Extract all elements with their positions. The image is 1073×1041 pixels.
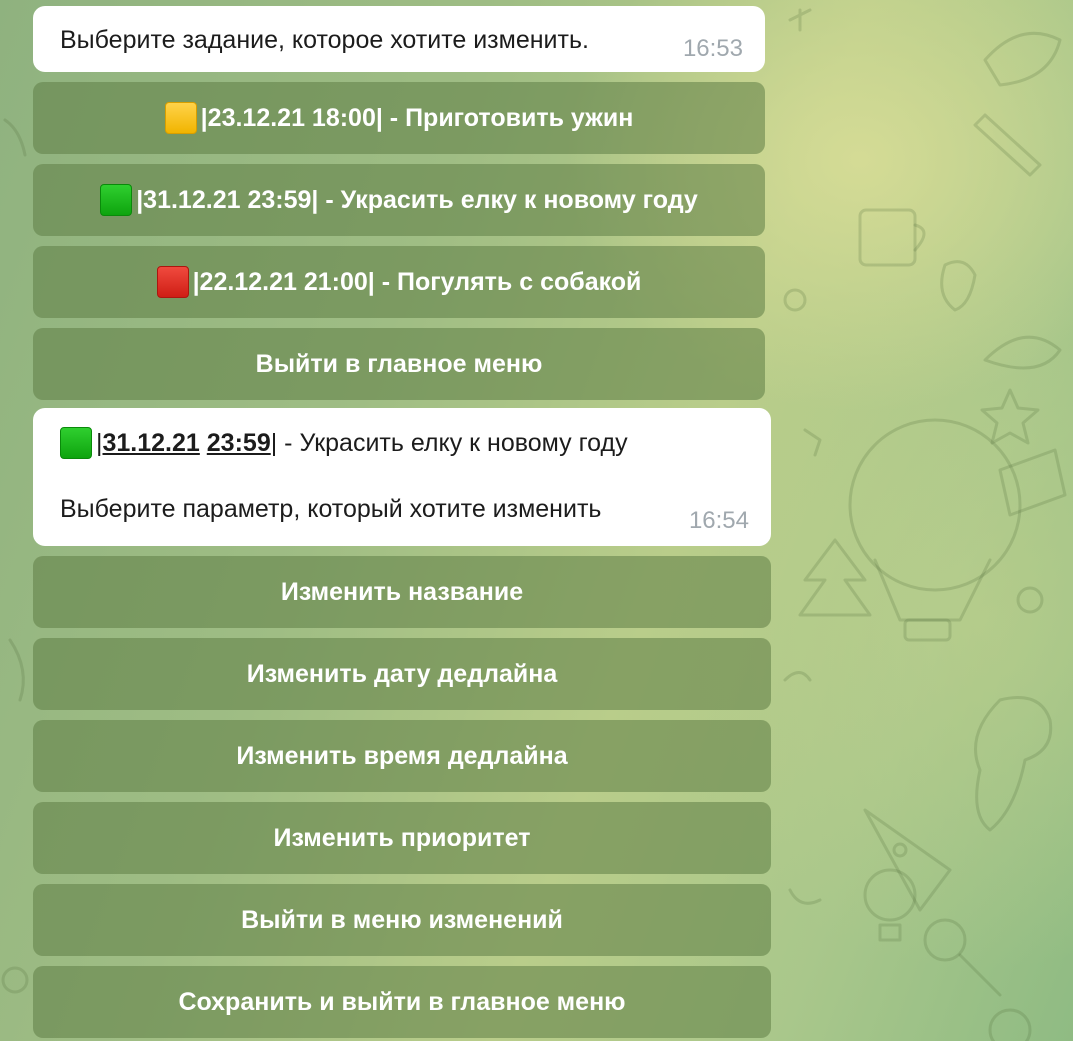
task-button-decorate-tree[interactable]: |31.12.21 23:59| - Украсить елку к новом… bbox=[33, 164, 765, 236]
button-label: Изменить приоритет bbox=[273, 823, 531, 852]
task-button-walk-dog[interactable]: |22.12.21 21:00| - Погулять с собакой bbox=[33, 246, 765, 318]
task-suffix: | - Украсить елку к новому году bbox=[270, 429, 628, 457]
task-button-cook-dinner[interactable]: |23.12.21 18:00| - Приготовить ужин bbox=[33, 82, 765, 154]
chat-history: Выберите задание, которое хотите изменит… bbox=[33, 6, 773, 1038]
button-label: Изменить название bbox=[280, 577, 524, 606]
green-square-icon bbox=[100, 184, 133, 216]
exit-edit-menu-button[interactable]: Выйти в меню изменений bbox=[33, 884, 771, 956]
main-menu-button[interactable]: Выйти в главное меню bbox=[33, 328, 765, 400]
message-bubble: | 31.12.21 23:59 | - Украсить елку к нов… bbox=[33, 408, 771, 546]
task-time-link[interactable]: 23:59 bbox=[207, 428, 271, 458]
save-and-exit-button[interactable]: Сохранить и выйти в главное меню bbox=[33, 966, 771, 1038]
button-label: Сохранить и выйти в главное меню bbox=[178, 987, 626, 1016]
button-label: Выйти в меню изменений bbox=[241, 905, 563, 934]
edit-deadline-time-button[interactable]: Изменить время дедлайна bbox=[33, 720, 771, 792]
button-label: Изменить время дедлайна bbox=[236, 741, 568, 770]
button-label: |22.12.21 21:00| - Погулять с собакой bbox=[192, 267, 642, 296]
button-label: |23.12.21 18:00| - Приготовить ужин bbox=[200, 103, 634, 132]
yellow-square-icon bbox=[164, 102, 197, 134]
edit-priority-button[interactable]: Изменить приоритет bbox=[33, 802, 771, 874]
message-bubble: Выберите задание, которое хотите изменит… bbox=[33, 6, 765, 72]
button-label: Изменить дату дедлайна bbox=[246, 659, 558, 688]
task-summary: | 31.12.21 23:59 | - Украсить елку к нов… bbox=[60, 424, 771, 462]
edit-name-button[interactable]: Изменить название bbox=[33, 556, 771, 628]
red-square-icon bbox=[156, 266, 189, 298]
task-date-link[interactable]: 31.12.21 bbox=[103, 428, 200, 458]
inline-keyboard-tasks: |23.12.21 18:00| - Приготовить ужин |31.… bbox=[33, 82, 765, 400]
edit-deadline-date-button[interactable]: Изменить дату дедлайна bbox=[33, 638, 771, 710]
button-label: Выйти в главное меню bbox=[255, 349, 543, 378]
message-time: 16:54 bbox=[688, 507, 749, 534]
message-text: Выберите параметр, который хотите измени… bbox=[60, 495, 602, 523]
message-text: Выберите задание, которое хотите изменит… bbox=[60, 26, 589, 54]
green-square-icon bbox=[60, 427, 92, 459]
button-label: |31.12.21 23:59| - Украсить елку к новом… bbox=[136, 185, 698, 214]
inline-keyboard-edit-options: Изменить название Изменить дату дедлайна… bbox=[33, 556, 771, 1038]
message-time: 16:53 bbox=[682, 35, 743, 62]
